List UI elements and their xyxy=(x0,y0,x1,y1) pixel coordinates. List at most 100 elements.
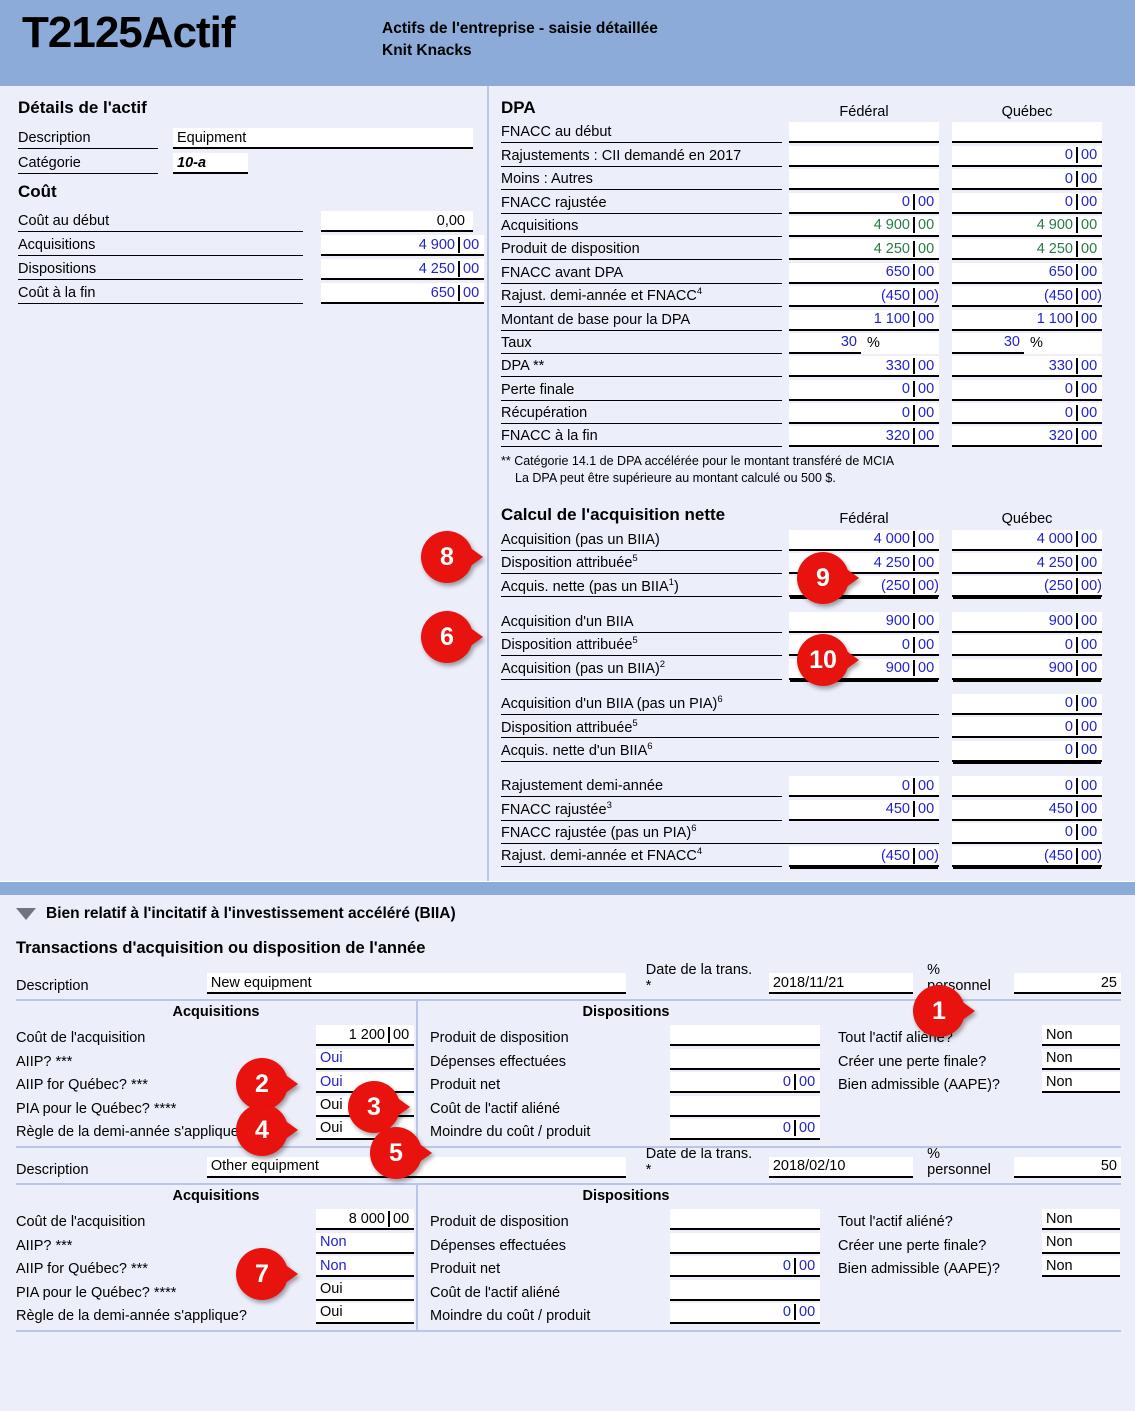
amount-field[interactable]: 000 xyxy=(952,823,1102,844)
amount-field[interactable]: 000 xyxy=(789,380,939,401)
amount-field[interactable]: 000 xyxy=(789,776,939,797)
amount-field[interactable]: (45000) xyxy=(952,286,1102,307)
amount-field[interactable]: (45000) xyxy=(789,286,939,307)
yes-no-select[interactable]: Non xyxy=(1042,1025,1120,1046)
yes-no-select[interactable]: Oui xyxy=(316,1049,414,1070)
yes-no-select[interactable]: Oui xyxy=(316,1303,414,1324)
amount-field[interactable]: 32000 xyxy=(952,426,1102,447)
amount-cents: 00 xyxy=(1076,171,1102,187)
amount-field[interactable]: 000 xyxy=(952,635,1102,656)
amount-field[interactable]: 000 xyxy=(952,776,1102,797)
yes-no-select[interactable]: Non xyxy=(1042,1049,1120,1070)
amount-field[interactable] xyxy=(670,1096,820,1117)
yes-no-select[interactable]: Non xyxy=(1042,1072,1120,1093)
amount-field[interactable]: 000 xyxy=(670,1119,820,1140)
amount-field[interactable]: 000 xyxy=(952,146,1102,167)
amount-field[interactable]: 90000 xyxy=(952,612,1102,633)
amount-dollars: 4 250 xyxy=(789,241,913,257)
amount-field[interactable]: 4 00000 xyxy=(789,530,939,551)
amount-field[interactable]: 4 90000 xyxy=(321,235,484,256)
amount-field[interactable]: 90000 xyxy=(952,659,1102,680)
amount-field[interactable]: 33000 xyxy=(952,356,1102,377)
amount-field[interactable] xyxy=(670,1280,820,1301)
amount-field[interactable]: 1 20000 xyxy=(316,1025,414,1046)
federal-cell: 4 25000 xyxy=(789,239,939,260)
amount-dollars: 0 xyxy=(952,742,1076,758)
amount-field[interactable] xyxy=(670,1025,820,1046)
amount-field[interactable] xyxy=(789,146,939,167)
amount-field[interactable]: 4 25000 xyxy=(952,553,1102,574)
yes-no-select[interactable]: Non xyxy=(1042,1256,1120,1277)
yes-no-select[interactable]: Oui xyxy=(316,1280,414,1301)
amount-field[interactable]: 000 xyxy=(952,694,1102,715)
percent-field-federal[interactable]: 30% xyxy=(789,333,939,354)
amount-field[interactable]: 45000 xyxy=(789,800,939,821)
amount-field[interactable]: (45000) xyxy=(952,846,1102,867)
amount-field[interactable]: 65000 xyxy=(952,263,1102,284)
description-input[interactable]: Equipment xyxy=(173,128,473,149)
amount-field[interactable]: 4 25000 xyxy=(789,239,939,260)
amount-field[interactable]: 000 xyxy=(789,193,939,214)
amount-field[interactable]: 000 xyxy=(670,1303,820,1324)
category-input[interactable]: 10-a xyxy=(173,153,248,174)
personal-pct-input[interactable]: 50 xyxy=(1014,1157,1121,1178)
personal-pct-input[interactable]: 25 xyxy=(1014,973,1121,994)
amount-field[interactable]: 4 25000 xyxy=(952,239,1102,260)
amount-field[interactable]: 45000 xyxy=(952,800,1102,821)
yes-no-select[interactable]: Non xyxy=(316,1256,414,1277)
asset-flag-cell: Non xyxy=(1042,1256,1120,1277)
amount-field[interactable] xyxy=(789,169,939,190)
amount-field[interactable]: 000 xyxy=(952,717,1102,738)
amount-field[interactable]: 1 10000 xyxy=(952,310,1102,331)
amount-field[interactable]: 90000 xyxy=(789,612,939,633)
biia-section-header[interactable]: Bien relatif à l'incitatif à l'investiss… xyxy=(16,905,1121,923)
amount-field[interactable]: 32000 xyxy=(789,426,939,447)
yes-no-select[interactable]: Non xyxy=(316,1233,414,1254)
amount-field[interactable]: 33000 xyxy=(789,356,939,377)
amount-field[interactable]: (45000) xyxy=(789,846,939,867)
amount-field[interactable]: 000 xyxy=(952,169,1102,190)
quebec-cell: 33000 xyxy=(952,356,1102,377)
amount-field[interactable]: 1 10000 xyxy=(789,310,939,331)
amount-field[interactable] xyxy=(670,1049,820,1070)
amount-field[interactable]: 4 90000 xyxy=(789,216,939,237)
amount-field[interactable]: 000 xyxy=(670,1256,820,1277)
amount-field[interactable]: 000 xyxy=(670,1072,820,1093)
transaction-date-input[interactable]: 2018/11/21 xyxy=(769,973,913,994)
disposition-row: Produit net000Bien admissible (AAPE)?Non xyxy=(430,1254,1121,1277)
amount-field[interactable]: 65000 xyxy=(321,283,484,304)
transaction-description-input[interactable]: New equipment xyxy=(207,973,626,994)
amount-field[interactable]: 000 xyxy=(952,380,1102,401)
amount-field[interactable]: 65000 xyxy=(789,263,939,284)
amount-field[interactable]: 000 xyxy=(789,403,939,424)
amount-field[interactable]: 4 00000 xyxy=(952,530,1102,551)
yes-no-select[interactable]: Non xyxy=(1042,1209,1120,1230)
amount-field[interactable]: 000 xyxy=(952,193,1102,214)
amount-field[interactable] xyxy=(952,122,1102,143)
disposition-row: Coût de l'actif aliéné xyxy=(430,1277,1121,1300)
category-row: Catégorie 10-a xyxy=(18,149,473,174)
amount-dollars: 0 xyxy=(952,719,1076,735)
quebec-cell: (25000) xyxy=(952,576,1102,597)
quebec-cell: 32000 xyxy=(952,426,1102,447)
amount-field[interactable] xyxy=(789,122,939,143)
amount-cents: 00) xyxy=(1076,578,1102,594)
amount-field[interactable]: 8 00000 xyxy=(316,1209,414,1230)
amount-field[interactable]: 4 25000 xyxy=(321,259,484,280)
amount-field[interactable] xyxy=(670,1209,820,1230)
amount-field[interactable]: 0,00 xyxy=(321,211,473,232)
data-row-label: FNACC rajustée (pas un PIA)6 xyxy=(501,823,939,844)
amount-field[interactable] xyxy=(670,1233,820,1254)
percent-field-quebec[interactable]: 30% xyxy=(952,333,1102,354)
transaction-date-input[interactable]: 2018/02/10 xyxy=(769,1157,913,1178)
dispositions-title: Dispositions xyxy=(430,1003,822,1023)
amount-field[interactable]: 4 90000 xyxy=(952,216,1102,237)
amount-field[interactable]: (25000) xyxy=(952,576,1102,597)
amount-cents: 00 xyxy=(1076,264,1102,280)
amount-field[interactable]: 000 xyxy=(952,741,1102,762)
data-row: FNACC au début xyxy=(501,120,1127,143)
chevron-down-icon[interactable] xyxy=(16,908,36,920)
yes-no-select[interactable]: Non xyxy=(1042,1233,1120,1254)
amount-field[interactable]: 000 xyxy=(952,403,1102,424)
disposition-row: Produit de dispositionTout l'actif alién… xyxy=(430,1023,1121,1046)
